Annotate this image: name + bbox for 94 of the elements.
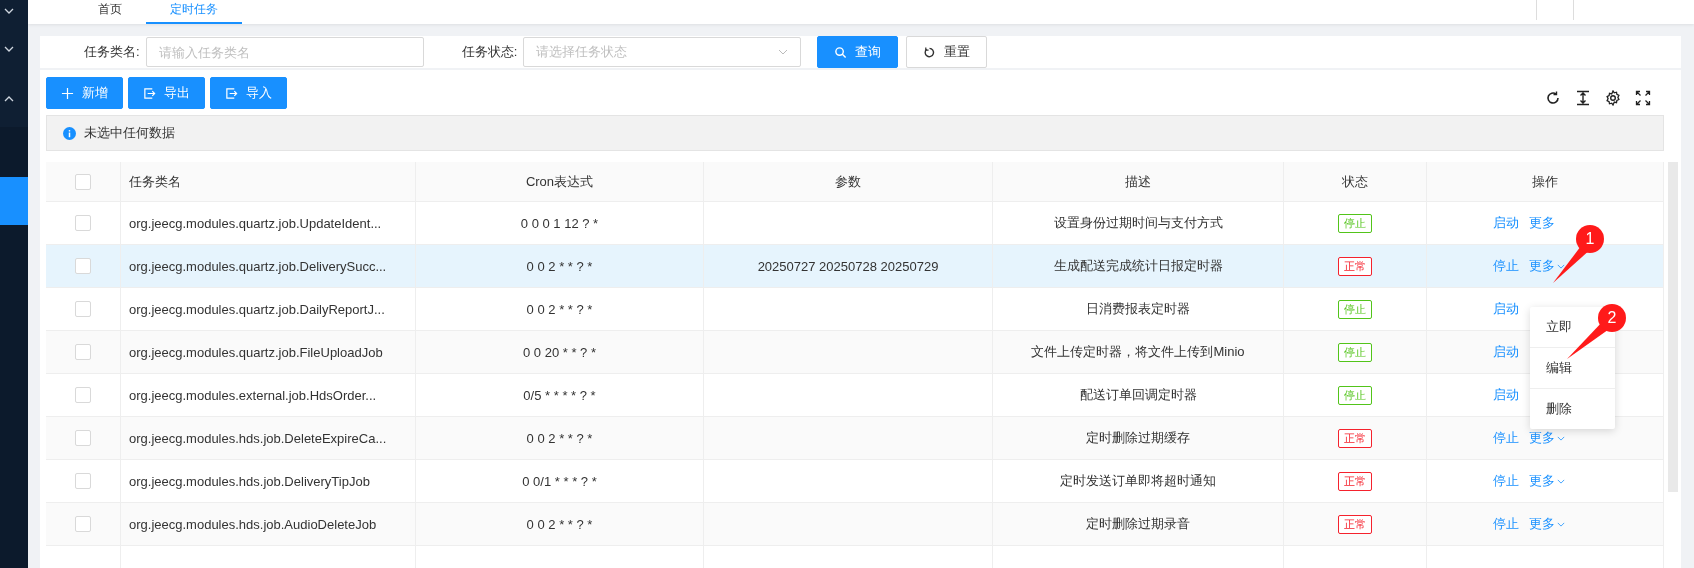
row-checkbox[interactable] [75,344,91,361]
table-cell: 定时删除过期缓存 [992,416,1284,460]
active-menu-item[interactable] [0,177,28,225]
table-cell: 0 0 2 * * ? * [415,287,704,331]
table-cell: 0 0 2 * * ? * [415,416,704,460]
action-link[interactable]: 停止 [1493,472,1519,490]
status-tag: 正常 [1338,514,1372,534]
status-select[interactable]: 请选择任务状态 [523,37,802,67]
action-link[interactable]: 启动 [1493,343,1519,361]
row-checkbox[interactable] [75,258,91,275]
export-icon [225,86,238,100]
class-name-input[interactable]: 请输入任务类名 [145,37,424,67]
chevron-down-icon[interactable] [4,8,14,14]
field-label: 任务类名: [84,43,140,61]
row-checkbox[interactable] [75,301,91,318]
table-cell: 配送订单回调定时器 [992,373,1284,417]
search-button[interactable]: 查询 [817,36,899,68]
row-checkbox[interactable] [75,516,91,533]
table-cell: org.jeecg.modules.quartz.job.UpdateIdent... [120,201,416,245]
table-cell: 设置身份过期时间与支付方式 [992,201,1284,245]
column-header: 描述 [992,162,1284,202]
row-checkbox[interactable] [75,430,91,447]
more-link[interactable]: 更多 [1529,515,1565,533]
column-height-icon[interactable] [1575,90,1591,106]
table-cell: 0 0/1 * * * ? * [415,459,704,503]
table-cell: org.jeecg.modules.quartz.job.FileUploadJob [120,330,416,374]
row-checkbox[interactable] [75,215,91,232]
tab[interactable]: 定时任务 [146,0,242,24]
more-link[interactable]: 更多 [1529,429,1565,447]
row-checkbox[interactable] [75,387,91,404]
info-icon [63,126,76,140]
toolbar-separator [1573,0,1574,20]
more-link[interactable]: 更多 [1529,257,1565,275]
search-icon [834,45,848,59]
table-cell: 0/5 * * * * ? * [415,373,704,417]
column-header: Cron表达式 [415,162,704,202]
status-tag: 停止 [1338,385,1372,405]
table-cell: org.jeecg.modules.quartz.job.DailyReportJ... [120,287,416,331]
action-link[interactable]: 启动 [1493,214,1519,232]
chevron-down-icon [778,49,789,55]
action-link[interactable]: 启动 [1493,386,1519,404]
add-button[interactable]: 新增 [46,77,123,109]
toolbar-separator [1536,0,1537,20]
select-all-checkbox[interactable] [75,173,91,190]
tab[interactable]: 首页 [74,0,146,24]
action-link[interactable]: 停止 [1493,257,1519,275]
table-cell: org.jeecg.modules.external.job.HdsOrder... [120,373,416,417]
action-link[interactable]: 停止 [1493,429,1519,447]
action-link[interactable]: 启动 [1493,300,1519,318]
reset-icon [923,45,937,59]
table-cell: 0 0 2 * * ? * [415,502,704,546]
column-header: 操作 [1426,162,1664,202]
export-button[interactable]: 导出 [128,77,205,109]
column-header: 参数 [703,162,993,202]
more-link[interactable]: 更多 [1529,472,1565,490]
field-label: 任务状态: [461,43,518,61]
settings-icon[interactable] [1605,90,1621,106]
table-cell: org.jeecg.modules.hds.job.DeliveryTipJob [120,459,416,503]
column-header: 状态 [1283,162,1427,202]
chevron-down-icon[interactable] [4,46,14,52]
fullscreen-icon[interactable] [1635,90,1651,106]
table-cell: org.jeecg.modules.hds.job.AudioDeleteJob [120,502,416,546]
table-cell: 0 0 0 1 12 ? * [415,201,704,245]
table-cell: org.jeecg.modules.hds.job.DeleteExpireCa... [120,416,416,460]
status-tag: 停止 [1338,299,1372,319]
reset-button[interactable]: 重置 [906,36,988,68]
table-cell: 0 0 2 * * ? * [415,244,704,288]
table-cell: org.jeecg.modules.quartz.job.DeliverySucc... [120,244,416,288]
table-cell: 0 0 20 * * ? * [415,330,704,374]
table-row[interactable]: org.jeecg.modules.hds.job.DeliveryTipJob 0 0/1 * * * ? * 定时发送订单即将超时通知 正常 停止 更多 [46,459,1664,503]
status-tag: 正常 [1338,256,1372,276]
table-cell: 文件上传定时器，将文件上传到Minio [992,330,1284,374]
table-cell: 定时删除过期录音 [992,502,1284,546]
status-tag: 停止 [1338,342,1372,362]
action-link[interactable]: 停止 [1493,515,1519,533]
status-tag: 正常 [1338,471,1372,491]
table-cell: 日消费报表定时器 [992,287,1284,331]
alert-text: 未选中任何数据 [84,124,175,142]
column-header: 任务类名 [120,162,416,202]
chevron-up-icon[interactable] [4,96,14,102]
table-row[interactable]: org.jeecg.modules.quartz.job.DeliverySucc... 0 0 2 * * ? * 20250727 20250728 20250729 生成配送完成统计日报定时器 正常 停止 更多 [46,244,1664,288]
table-cell: 定时发送订单即将超时通知 [992,459,1284,503]
table-cell: 20250727 20250728 20250729 [703,244,993,288]
status-tag: 正常 [1338,428,1372,448]
row-checkbox[interactable] [75,473,91,490]
status-tag: 停止 [1338,213,1372,233]
import-button[interactable]: 导入 [210,77,287,109]
table-row[interactable]: org.jeecg.modules.hds.job.AudioDeleteJob 0 0 2 * * ? * 定时删除过期录音 正常 停止 更多 [46,502,1664,546]
table-cell: 生成配送完成统计日报定时器 [992,244,1284,288]
more-link[interactable]: 更多 [1529,214,1555,232]
refresh-icon[interactable] [1545,90,1561,106]
plus-icon [61,86,74,100]
table-row[interactable]: org.jeecg.modules.hds.job.DeleteExpireCa... 0 0 2 * * ? * 定时删除过期缓存 正常 停止 更多 [46,416,1664,460]
export-icon [143,86,156,100]
